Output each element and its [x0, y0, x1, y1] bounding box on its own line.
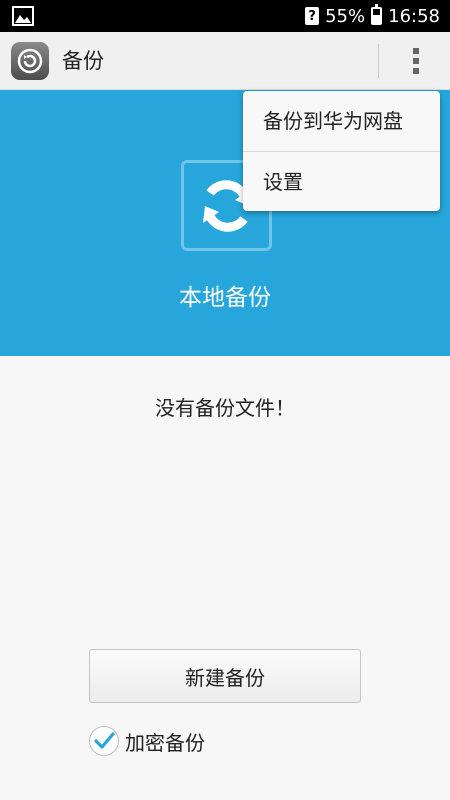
- overflow-popup-menu: 备份到华为网盘 设置: [243, 91, 440, 211]
- image-icon: [12, 6, 34, 26]
- empty-state-message: 没有备份文件！: [155, 396, 295, 420]
- encrypt-backup-option[interactable]: 加密备份: [89, 722, 205, 760]
- encrypt-backup-label: 加密备份: [125, 730, 205, 755]
- menu-item-backup-to-huawei-cloud[interactable]: 备份到华为网盘: [243, 91, 440, 151]
- checkmark-icon: [94, 732, 115, 749]
- clock: 16:58: [388, 5, 440, 27]
- action-bar-divider: [378, 44, 379, 78]
- backup-restore-icon: [11, 42, 49, 80]
- battery-percent: 55%: [325, 5, 366, 27]
- local-backup-label: 本地备份: [179, 285, 271, 311]
- encrypt-checkbox[interactable]: [89, 726, 119, 756]
- menu-item-settings[interactable]: 设置: [243, 151, 440, 211]
- new-backup-button[interactable]: 新建备份: [89, 649, 361, 703]
- action-bar: 备份: [0, 32, 450, 90]
- page-title: 备份: [62, 49, 104, 73]
- status-bar: ? 55% 16:58: [0, 0, 450, 32]
- battery-icon: [371, 4, 383, 25]
- overflow-menu-icon[interactable]: [396, 40, 436, 82]
- sim-unknown-icon: ?: [305, 7, 320, 25]
